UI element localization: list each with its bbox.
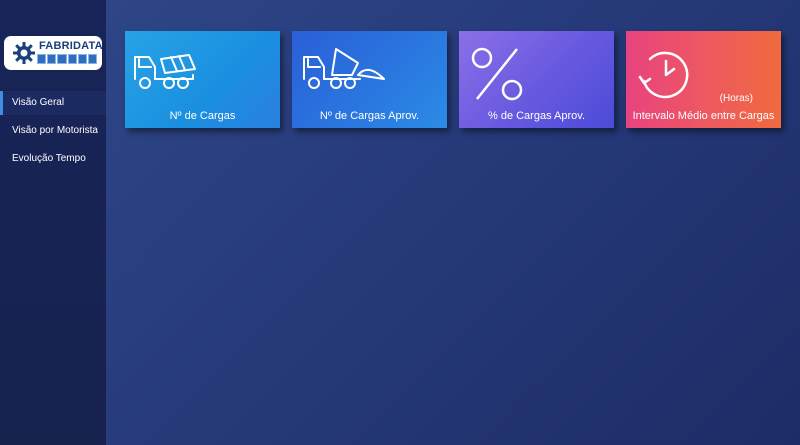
card-label: Nº de Cargas Aprov. (319, 110, 420, 122)
sidebar-item-label: Evolução Tempo (12, 153, 86, 164)
card-num-cargas-aprov[interactable]: Nº de Cargas Aprov. (292, 31, 447, 128)
card-label: Nº de Cargas (169, 110, 236, 122)
main-content: Nº de Cargas Nº de Cargas Aprov. % de Ca… (106, 0, 800, 445)
tipper-truck-icon (303, 48, 385, 89)
card-pct-cargas-aprov[interactable]: % de Cargas Aprov. (459, 31, 614, 128)
card-intervalo-medio[interactable]: (Horas) Intervalo Médio entre Cargas (626, 31, 781, 128)
card-label: % de Cargas Aprov. (487, 110, 585, 122)
card-sub-label: (Horas) (719, 93, 753, 104)
percent-icon (471, 47, 523, 101)
sidebar-item-label: Visão Geral (12, 97, 65, 108)
sidebar-item-label: Visão por Motorista (12, 125, 98, 136)
card-num-cargas[interactable]: Nº de Cargas (125, 31, 280, 128)
clock-refresh-icon (638, 51, 689, 99)
sidebar: FABRIDATA Visão Geral Visão por Motorist… (0, 0, 106, 445)
sidebar-item-evolucao-tempo[interactable]: Evolução Tempo (0, 147, 106, 171)
card-label: Intervalo Médio entre Cargas (632, 110, 775, 122)
sidebar-nav: Visão Geral Visão por Motorista Evolução… (0, 91, 106, 175)
sidebar-item-visao-por-motorista[interactable]: Visão por Motorista (0, 119, 106, 143)
logo: FABRIDATA (4, 36, 103, 70)
gear-icon (13, 42, 35, 64)
solar-panels-graphic (37, 54, 97, 64)
sidebar-item-visao-geral[interactable]: Visão Geral (0, 91, 106, 115)
logo-text: FABRIDATA (39, 40, 103, 52)
mixer-truck-icon (134, 54, 196, 89)
